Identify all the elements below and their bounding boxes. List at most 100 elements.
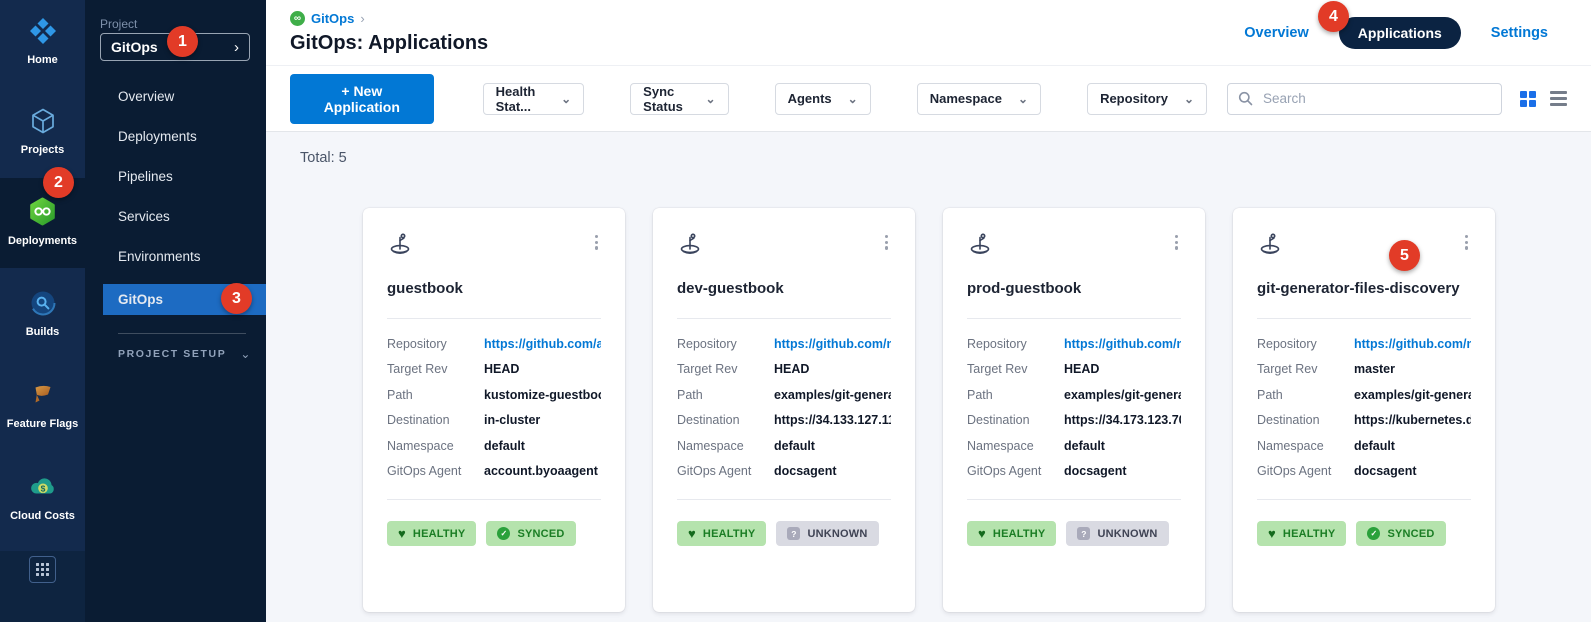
- divider: [1257, 318, 1471, 319]
- filter-dropdown-agents[interactable]: Agents⌄: [775, 83, 871, 115]
- project-nav-item-services[interactable]: Services: [85, 196, 266, 236]
- field-value-link[interactable]: https://github.com/m...: [1354, 337, 1471, 351]
- field-value-link[interactable]: https://github.com/m...: [774, 337, 891, 351]
- cloud-costs-icon: $: [28, 472, 58, 505]
- argocd-app-icon: [387, 232, 413, 256]
- filter-dropdown-repository[interactable]: Repository⌄: [1087, 83, 1207, 115]
- annotation-circle-4: 4: [1318, 1, 1349, 32]
- field-row: Namespacedefault: [967, 433, 1181, 459]
- grid-view-icon[interactable]: [1520, 91, 1536, 107]
- field-label: Path: [677, 388, 774, 402]
- module-picker-button[interactable]: [29, 556, 56, 583]
- card-fields: Repositoryhttps://github.com/m...Target …: [1257, 331, 1471, 484]
- status-badge-healthy: ♥HEALTHY: [387, 521, 476, 546]
- applications-content: Total: 5 guestbook Repositoryhttps://git…: [266, 132, 1591, 622]
- argocd-app-icon: [1257, 232, 1283, 256]
- kebab-menu-icon[interactable]: [592, 232, 601, 253]
- field-value: examples/git-genera...: [1064, 388, 1181, 402]
- annotation-circle-5: 5: [1389, 240, 1420, 271]
- field-label: Target Rev: [1257, 362, 1354, 376]
- kebab-menu-icon[interactable]: [1462, 232, 1471, 253]
- sidebar-item-projects[interactable]: Projects: [0, 106, 85, 156]
- project-nav-item-overview[interactable]: Overview: [85, 76, 266, 116]
- card-badges: ♥HEALTHY?UNKNOWN: [967, 521, 1181, 546]
- tab-overview[interactable]: Overview: [1244, 25, 1309, 41]
- field-value-link[interactable]: https://github.com/m...: [1064, 337, 1181, 351]
- field-row: Target Revmaster: [1257, 357, 1471, 383]
- filter-toolbar: + New Application Health Stat...⌄ Sync St…: [266, 66, 1591, 132]
- field-row: Destinationhttps://34.133.127.118: [677, 408, 891, 434]
- breadcrumb-gitops-link[interactable]: GitOps: [311, 11, 354, 26]
- project-setup-toggle[interactable]: PROJECT SETUP⌄: [85, 348, 266, 360]
- field-label: Repository: [387, 337, 484, 351]
- field-row: Pathkustomize-guestbook: [387, 382, 601, 408]
- field-value: docsagent: [774, 464, 891, 478]
- new-application-button[interactable]: + New Application: [290, 74, 434, 124]
- kebab-menu-icon[interactable]: [882, 232, 891, 253]
- project-nav-item-pipelines[interactable]: Pipelines: [85, 156, 266, 196]
- sidebar-item-builds[interactable]: Builds: [0, 288, 85, 338]
- filter-dropdowns: Health Stat...⌄ Sync Status⌄ Agents⌄ Namesp…: [483, 83, 1207, 115]
- field-row: Destinationhttps://34.173.123.70: [967, 408, 1181, 434]
- field-label: Path: [1257, 388, 1354, 402]
- field-value: account.byoaagent: [484, 464, 601, 478]
- field-label: GitOps Agent: [967, 464, 1064, 478]
- badge-label: SYNCED: [1387, 528, 1434, 540]
- field-value: in-cluster: [484, 413, 601, 427]
- application-card[interactable]: dev-guestbook Repositoryhttps://github.c…: [653, 208, 915, 612]
- kebab-menu-icon[interactable]: [1172, 232, 1181, 253]
- project-section-label: Project: [100, 17, 137, 31]
- field-label: Namespace: [1257, 439, 1354, 453]
- application-card[interactable]: prod-guestbook Repositoryhttps://github.…: [943, 208, 1205, 612]
- search-input[interactable]: [1261, 90, 1491, 107]
- sidebar-item-home[interactable]: Home: [0, 16, 85, 66]
- badge-label: SYNCED: [517, 528, 564, 540]
- filter-dropdown-namespace[interactable]: Namespace⌄: [917, 83, 1041, 115]
- feature-flags-icon: [28, 380, 58, 413]
- filter-dropdown-health-stat[interactable]: Health Stat...⌄: [483, 83, 585, 115]
- field-label: Repository: [967, 337, 1064, 351]
- field-label: Repository: [1257, 337, 1354, 351]
- question-mark-icon: ?: [787, 527, 800, 540]
- field-label: Namespace: [967, 439, 1064, 453]
- field-row: Repositoryhttps://github.com/a...: [387, 331, 601, 357]
- filter-dropdown-sync-status[interactable]: Sync Status⌄: [630, 83, 728, 115]
- field-row: GitOps Agentdocsagent: [967, 459, 1181, 485]
- field-value: kustomize-guestbook: [484, 388, 601, 402]
- field-label: Destination: [1257, 413, 1354, 427]
- tab-applications[interactable]: Applications: [1339, 17, 1461, 49]
- field-row: Target RevHEAD: [677, 357, 891, 383]
- sidebar-item-label: Builds: [26, 326, 60, 338]
- sidebar-item-cloud-costs[interactable]: $ Cloud Costs: [0, 472, 85, 522]
- sidebar-item-feature-flags[interactable]: Feature Flags: [0, 380, 85, 430]
- builds-icon: [28, 288, 58, 321]
- field-label: Destination: [387, 413, 484, 427]
- project-nav-item-deployments[interactable]: Deployments: [85, 116, 266, 156]
- field-value: HEAD: [774, 362, 891, 376]
- card-fields: Repositoryhttps://github.com/a...Target …: [387, 331, 601, 484]
- filter-label: Namespace: [930, 91, 1002, 106]
- breadcrumb: ∞ GitOps ›: [290, 11, 365, 26]
- list-view-icon[interactable]: [1550, 91, 1567, 106]
- field-value: master: [1354, 362, 1471, 376]
- field-label: GitOps Agent: [1257, 464, 1354, 478]
- badge-label: HEALTHY: [1283, 528, 1336, 540]
- chevron-right-icon: ›: [360, 11, 364, 26]
- status-badge-healthy: ♥HEALTHY: [1257, 521, 1346, 546]
- divider: [677, 318, 891, 319]
- badge-label: HEALTHY: [703, 528, 756, 540]
- field-label: Target Rev: [967, 362, 1064, 376]
- sidebar-item-label: Feature Flags: [7, 418, 79, 430]
- field-value: examples/git-genera...: [1354, 388, 1471, 402]
- card-fields: Repositoryhttps://github.com/m...Target …: [677, 331, 891, 484]
- field-label: Namespace: [677, 439, 774, 453]
- tab-settings[interactable]: Settings: [1491, 25, 1548, 41]
- application-card[interactable]: git-generator-files-discovery Repository…: [1233, 208, 1495, 612]
- filter-label: Repository: [1100, 91, 1168, 106]
- application-card[interactable]: guestbook Repositoryhttps://github.com/a…: [363, 208, 625, 612]
- project-nav-item-environments[interactable]: Environments: [85, 236, 266, 276]
- sidebar-item-deployments[interactable]: Deployments: [0, 196, 85, 247]
- app-window: Home Projects Deploymen: [0, 0, 1591, 622]
- field-value-link[interactable]: https://github.com/a...: [484, 337, 601, 351]
- field-row: Namespacedefault: [677, 433, 891, 459]
